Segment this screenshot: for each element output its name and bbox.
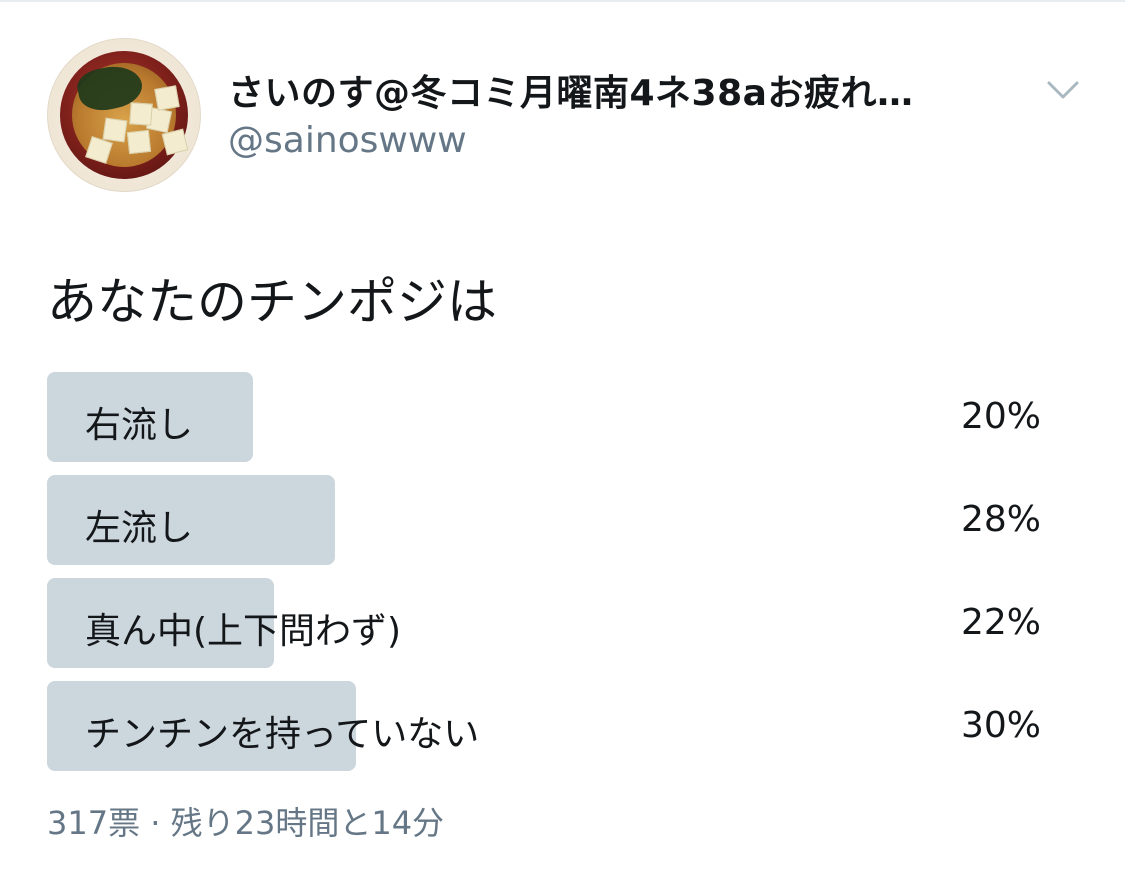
poll-option-label: チンチンを持っていない — [85, 714, 480, 755]
poll-option: 真ん中(上下問わず) 22% — [47, 578, 1047, 668]
poll-options: 右流し 20% 左流し 28% 真ん中(上下問わず) 22% チンチンを持ってい… — [47, 372, 1047, 784]
poll-option-label: 左流し — [85, 508, 194, 549]
poll-option-percent: 20% — [960, 396, 1041, 437]
poll-question: あなたのチンポジは — [47, 273, 497, 331]
tofu-cube — [126, 129, 152, 155]
chevron-down-icon[interactable] — [1046, 78, 1080, 102]
poll-option: 左流し 28% — [47, 475, 1047, 565]
poll-option: 右流し 20% — [47, 372, 1047, 462]
poll-option: チンチンを持っていない 30% — [47, 681, 1047, 771]
poll-option-label: 右流し — [85, 405, 194, 446]
tofu-cube — [154, 85, 180, 111]
poll-option-label: 真ん中(上下問わず) — [85, 611, 402, 652]
avatar[interactable] — [47, 38, 201, 192]
tofu-cube — [129, 102, 153, 126]
poll-footer: 317票 · 残り23時間と14分 — [47, 798, 444, 844]
separator-dot: · — [150, 804, 161, 842]
tofu-cube — [102, 117, 128, 143]
time-remaining: 残り23時間と14分 — [170, 804, 445, 842]
user-handle[interactable]: @sainoswww — [228, 120, 467, 161]
display-name[interactable]: さいのす@冬コミ月曜南4ネ38aお疲れ… — [228, 64, 1018, 116]
poll-option-percent: 22% — [960, 602, 1041, 643]
vote-count: 317票 — [47, 804, 141, 842]
top-divider — [0, 0, 1125, 2]
poll-option-percent: 28% — [960, 499, 1041, 540]
poll-option-percent: 30% — [960, 705, 1041, 746]
